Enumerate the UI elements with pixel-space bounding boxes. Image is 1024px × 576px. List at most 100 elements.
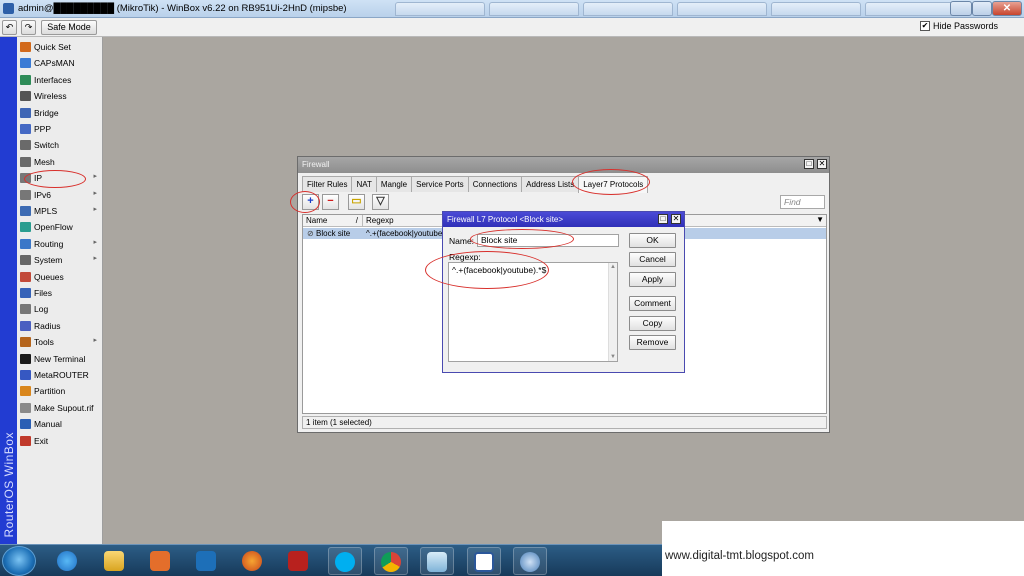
column-menu-icon[interactable]: ▼ [816, 215, 824, 224]
sidebar-item-switch[interactable]: Switch [17, 137, 103, 153]
sidebar-item-queues[interactable]: Queues [17, 269, 103, 285]
dialog-close-button[interactable]: ✕ [671, 214, 681, 224]
sidebar-item-ip[interactable]: IP ▸ [17, 170, 103, 186]
sidebar-item-manual[interactable]: Manual [17, 416, 103, 432]
firewall-title-bar[interactable]: Firewall □ ✕ [298, 157, 829, 173]
metarouter-icon [20, 370, 31, 380]
apply-button[interactable]: Apply [629, 272, 676, 287]
firewall-close-button[interactable]: ✕ [817, 159, 827, 169]
skype-icon[interactable] [328, 547, 362, 575]
close-window-button[interactable]: ✕ [992, 1, 1022, 16]
sidebar-item-tools[interactable]: Tools ▸ [17, 334, 103, 350]
tab-service-ports[interactable]: Service Ports [411, 176, 469, 192]
sidebar-item-label: IPv6 [34, 189, 52, 200]
hide-passwords-checkbox[interactable]: ✔ [920, 21, 930, 31]
file-explorer-icon[interactable] [97, 547, 131, 575]
internet-explorer-icon[interactable] [50, 547, 84, 575]
ppp-icon [20, 124, 31, 134]
sidebar-item-label: Tools [34, 337, 54, 348]
sidebar-menu: Quick Set CAPsMAN Interfaces Wireless Bridge… [17, 37, 103, 544]
sidebar-item-make-supout[interactable]: Make Supout.rif [17, 400, 103, 416]
routeros-brand: RouterOS WinBox [2, 432, 16, 538]
sidebar-item-system[interactable]: System ▸ [17, 252, 103, 268]
tab-filter-rules[interactable]: Filter Rules [302, 176, 353, 192]
undo-button[interactable]: ↶ [2, 20, 17, 35]
dialog-restore-button[interactable]: □ [658, 214, 668, 224]
remove-button[interactable]: Remove [629, 335, 676, 350]
background-tab[interactable] [583, 2, 673, 16]
chrome-icon[interactable] [374, 547, 408, 575]
comment-button[interactable]: Comment [629, 296, 676, 311]
sidebar-item-partition[interactable]: Partition [17, 383, 103, 399]
tab-address-lists[interactable]: Address Lists [521, 176, 580, 192]
media-player-icon[interactable] [143, 547, 177, 575]
name-label: Name: [449, 236, 475, 246]
sidebar-item-metarouter[interactable]: MetaROUTER [17, 367, 103, 383]
sidebar-item-routing[interactable]: Routing ▸ [17, 236, 103, 252]
cancel-button[interactable]: Cancel [629, 252, 676, 267]
tab-nat[interactable]: NAT [351, 176, 377, 192]
bridge-icon [20, 107, 31, 118]
system-icon [20, 255, 31, 266]
remove-icon[interactable]: − [322, 194, 339, 210]
sidebar-item-label: Interfaces [34, 74, 72, 85]
find-input[interactable]: Find [780, 195, 825, 209]
copy-button[interactable]: Copy [629, 316, 676, 331]
name-input[interactable]: Block site [477, 234, 619, 247]
tab-layer7-protocols[interactable]: Layer7 Protocols [578, 176, 649, 193]
scroll-up-icon[interactable]: ▲ [609, 264, 617, 270]
firefox-icon[interactable] [235, 547, 269, 575]
column-name[interactable]: Name / [303, 215, 363, 226]
l7-protocol-dialog: Firewall L7 Protocol <Block site> □ ✕ Na… [442, 211, 685, 373]
sidebar-item-mpls[interactable]: MPLS ▸ [17, 203, 103, 219]
sidebar-item-label: Log [34, 304, 49, 315]
flash-icon[interactable] [281, 547, 315, 575]
regexp-textarea[interactable]: ^.+(facebook|youtube).*$ ▲ ▼ [448, 262, 618, 362]
regexp-scrollbar[interactable]: ▲ ▼ [608, 263, 617, 361]
ok-button[interactable]: OK [629, 233, 676, 248]
sidebar-item-capsman[interactable]: CAPsMAN [17, 55, 103, 71]
background-tab[interactable] [771, 2, 861, 16]
firewall-title: Firewall [302, 160, 330, 169]
firewall-restore-button[interactable]: □ [804, 159, 814, 169]
minimize-button[interactable] [950, 1, 972, 16]
sidebar-item-exit[interactable]: Exit [17, 433, 103, 449]
sidebar-item-files[interactable]: Files [17, 285, 103, 301]
ipv6-icon [20, 189, 31, 200]
background-tab[interactable] [489, 2, 579, 16]
tab-mangle[interactable]: Mangle [375, 176, 413, 192]
sidebar-item-wireless[interactable]: Wireless [17, 88, 103, 104]
blog-watermark: www.digital-tmt.blogspot.com [662, 521, 1024, 576]
sidebar-item-interfaces[interactable]: Interfaces [17, 72, 103, 88]
sidebar-item-radius[interactable]: Radius [17, 318, 103, 334]
tab-connections[interactable]: Connections [467, 176, 523, 192]
dialog-title-bar[interactable]: Firewall L7 Protocol <Block site> □ ✕ [443, 212, 684, 227]
background-tab[interactable] [677, 2, 767, 16]
hide-passwords-toggle[interactable]: ✔ Hide Passwords [920, 21, 998, 31]
sidebar-item-openflow[interactable]: OpenFlow [17, 219, 103, 235]
start-button[interactable] [2, 546, 36, 576]
add-icon[interactable]: + [302, 194, 319, 210]
scroll-down-icon[interactable]: ▼ [609, 354, 617, 360]
sidebar-item-bridge[interactable]: Bridge [17, 105, 103, 121]
sidebar-item-label: Partition [34, 386, 66, 397]
word-icon[interactable] [467, 547, 501, 575]
safe-mode-button[interactable]: Safe Mode [41, 20, 97, 35]
sidebar-item-label: IP [34, 173, 43, 184]
filter-icon[interactable]: ▽ [372, 194, 389, 210]
comment-icon[interactable]: ▭ [348, 194, 365, 210]
sidebar-item-log[interactable]: Log [17, 301, 103, 317]
background-tab[interactable] [865, 2, 955, 16]
sidebar-item-mesh[interactable]: Mesh [17, 154, 103, 170]
sidebar-item-label: Bridge [34, 107, 59, 118]
sidebar-item-quick-set[interactable]: Quick Set [17, 39, 103, 55]
sidebar-item-new-terminal[interactable]: New Terminal [17, 351, 103, 367]
sidebar-item-ppp[interactable]: PPP [17, 121, 103, 137]
redo-button[interactable]: ↷ [21, 20, 36, 35]
maximize-button[interactable] [972, 1, 992, 16]
background-tab[interactable] [395, 2, 485, 16]
notepad-icon[interactable] [420, 547, 454, 575]
winbox-taskbar-icon[interactable] [513, 547, 547, 575]
maxthon-icon[interactable] [189, 547, 223, 575]
sidebar-item-ipv6[interactable]: IPv6 ▸ [17, 187, 103, 203]
